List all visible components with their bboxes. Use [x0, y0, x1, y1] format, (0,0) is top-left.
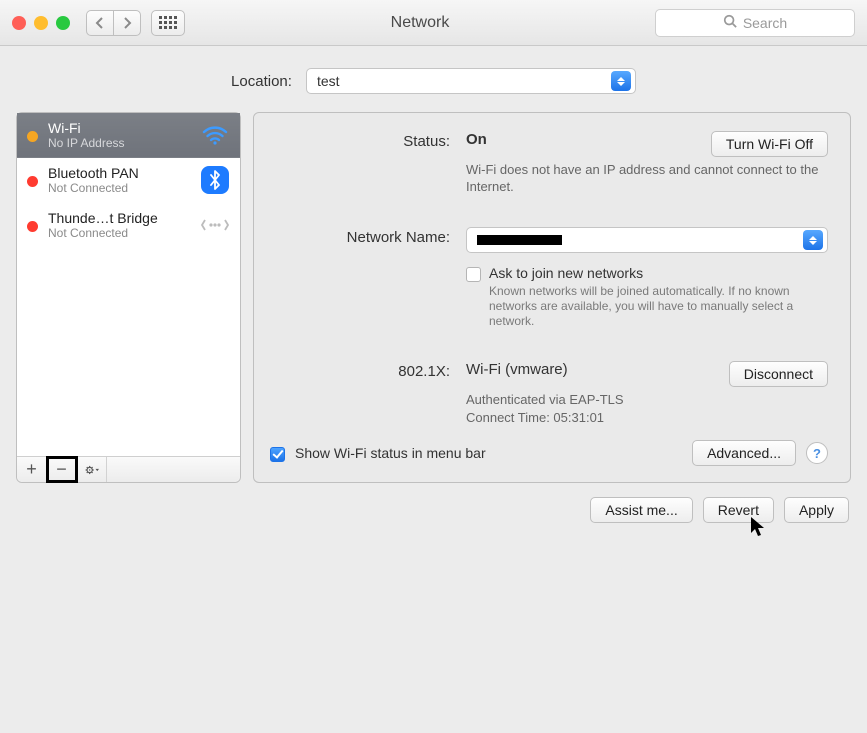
thunderbolt-bridge-icon [200, 210, 230, 240]
services-sidebar: Wi-Fi No IP Address [16, 112, 241, 483]
help-button[interactable]: ? [806, 442, 828, 464]
assist-me-button[interactable]: Assist me... [590, 497, 692, 523]
ask-to-join-hint: Known networks will be joined automatica… [489, 284, 828, 329]
dot1x-disconnect-button[interactable]: Disconnect [729, 361, 828, 387]
network-name-value [477, 232, 562, 248]
show-all-button[interactable] [151, 10, 185, 36]
dot1x-auth-line: Authenticated via EAP-TLS [466, 391, 828, 408]
service-details-panel: Status: On Turn Wi-Fi Off Wi-Fi does not… [253, 112, 851, 483]
service-substatus: Not Connected [48, 226, 190, 240]
service-name: Bluetooth PAN [48, 165, 190, 181]
show-wifi-menubar-checkbox[interactable] [270, 447, 285, 462]
ask-to-join-checkbox[interactable] [466, 267, 481, 282]
advanced-button[interactable]: Advanced... [692, 440, 796, 466]
service-item-thunderbolt-bridge[interactable]: Thunde…t Bridge Not Connected [17, 203, 240, 248]
close-window-button[interactable] [12, 16, 26, 30]
status-value: On [466, 131, 487, 148]
minimize-window-button[interactable] [34, 16, 48, 30]
network-name-select[interactable] [466, 227, 828, 253]
network-name-label: Network Name: [270, 227, 450, 246]
dot1x-profile: Wi-Fi (vmware) [466, 361, 568, 378]
service-name: Wi-Fi [48, 120, 190, 136]
bluetooth-icon [200, 165, 230, 195]
service-substatus: Not Connected [48, 181, 190, 195]
footer-buttons: Assist me... Revert Apply [16, 497, 851, 523]
window-title: Network [195, 14, 645, 32]
ask-to-join-label: Ask to join new networks [489, 265, 828, 281]
service-substatus: No IP Address [48, 136, 190, 150]
sidebar-footer-spacer [107, 457, 240, 482]
search-placeholder: Search [743, 15, 787, 31]
zoom-window-button[interactable] [56, 16, 70, 30]
location-label: Location: [231, 73, 292, 90]
location-value: test [317, 73, 340, 89]
status-dot-icon [27, 221, 38, 232]
add-service-button[interactable]: + [17, 457, 47, 482]
toggle-wifi-button[interactable]: Turn Wi-Fi Off [711, 131, 828, 157]
window-controls [12, 16, 70, 30]
wifi-icon [200, 120, 230, 150]
dot1x-label: 802.1X: [270, 361, 450, 380]
location-select[interactable]: test [306, 68, 636, 94]
back-button[interactable] [86, 10, 113, 36]
updown-caret-icon [803, 230, 823, 250]
status-dot-icon [27, 176, 38, 187]
show-wifi-menubar-label: Show Wi-Fi status in menu bar [295, 445, 486, 461]
location-row: Location: test [16, 68, 851, 94]
nav-back-forward [86, 10, 141, 36]
service-item-wifi[interactable]: Wi-Fi No IP Address [17, 113, 240, 158]
status-description: Wi-Fi does not have an IP address and ca… [466, 161, 828, 195]
revert-button[interactable]: Revert [703, 497, 774, 523]
forward-button[interactable] [113, 10, 141, 36]
service-name: Thunde…t Bridge [48, 210, 190, 226]
services-list: Wi-Fi No IP Address [17, 113, 240, 456]
search-field[interactable]: Search [655, 9, 855, 37]
status-dot-icon [27, 131, 38, 142]
remove-service-button[interactable]: − [47, 457, 77, 482]
sidebar-footer: + − [17, 456, 240, 482]
titlebar: Network Search [0, 0, 867, 46]
updown-caret-icon [611, 71, 631, 91]
dot1x-time-line: Connect Time: 05:31:01 [466, 409, 828, 426]
apply-button[interactable]: Apply [784, 497, 849, 523]
service-actions-menu[interactable] [77, 457, 107, 482]
status-label: Status: [270, 131, 450, 150]
search-icon [723, 14, 737, 31]
service-item-bluetooth-pan[interactable]: Bluetooth PAN Not Connected [17, 158, 240, 203]
